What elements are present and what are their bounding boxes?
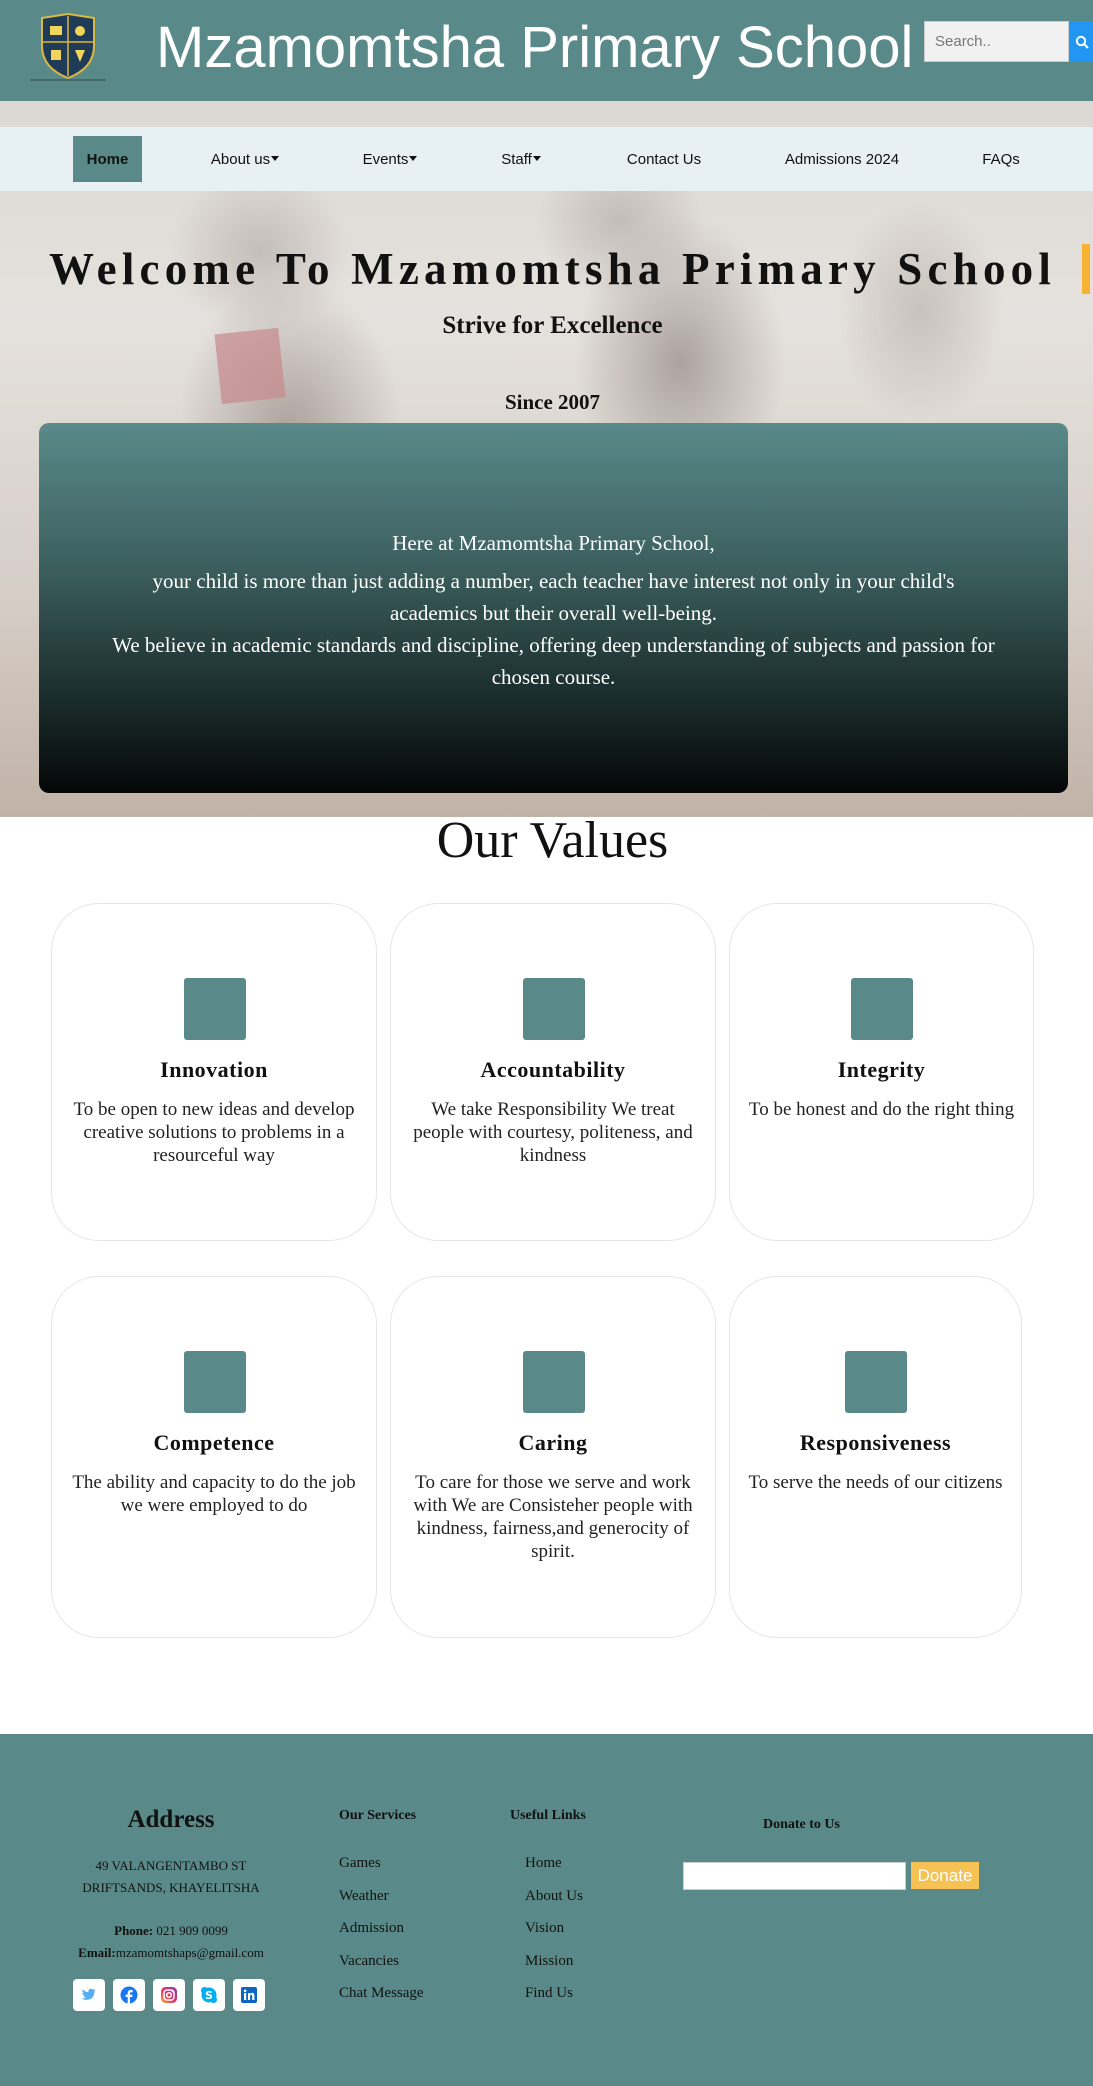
nav-staff[interactable]: Staff	[496, 136, 546, 182]
footer-link-find-us[interactable]: Find Us	[525, 1985, 573, 2002]
email-line: Email:mzamomtshaps@gmail.com	[78, 1945, 264, 1960]
value-title: Innovation	[160, 1057, 268, 1082]
caret-down-icon	[409, 155, 418, 161]
linkedin-icon	[241, 1987, 257, 2003]
nav-home[interactable]: Home	[73, 136, 142, 182]
school-crest-icon[interactable]	[22, 12, 114, 82]
values-heading: Our Values	[436, 812, 669, 869]
accountability-icon	[523, 978, 585, 1040]
donate-button[interactable]: Donate	[911, 1862, 979, 1889]
address-heading: Address	[127, 1806, 215, 1833]
value-line: with We are Consisteher people with	[413, 1495, 693, 1516]
caret-down-icon	[271, 155, 280, 161]
value-line: To be open to new ideas and develop	[73, 1099, 355, 1120]
value-line: To serve the needs of our citizens	[748, 1472, 1003, 1493]
address-line: 49 VALANGENTAMBO ST	[95, 1858, 247, 1873]
main-nav	[0, 127, 1093, 191]
value-line: kindness, fairness,and generocity of	[416, 1518, 690, 1539]
intro-line: chosen course.	[491, 665, 616, 689]
footer-link-about-us[interactable]: About Us	[525, 1888, 583, 1905]
caret-down-icon	[532, 155, 541, 161]
value-title: Integrity	[837, 1057, 926, 1082]
twitter-link[interactable]	[73, 1979, 105, 2011]
address-line: DRIFTSANDS, KHAYELITSHA	[82, 1880, 260, 1895]
site-footer	[0, 1734, 1093, 2086]
value-line: kindness	[519, 1145, 587, 1166]
useful-links-heading: Useful Links	[510, 1808, 586, 1823]
tagline: Strive for Excellence	[442, 312, 663, 339]
phone-line: Phone: 021 909 0099	[114, 1923, 228, 1938]
value-line: we were employed to do	[120, 1495, 308, 1516]
value-title: Caring	[518, 1430, 588, 1455]
site-title: Mzamomtsha Primary School	[156, 15, 914, 80]
nav-admissions-2024[interactable]: Admissions 2024	[780, 136, 904, 182]
welcome-heading: Welcome To Mzamomtsha Primary School	[48, 244, 1057, 294]
accent-bar	[1082, 244, 1090, 294]
intro-line: We believe in academic standards and dis…	[112, 633, 995, 657]
intro-line: Here at Mzamomtsha Primary School,	[392, 531, 715, 555]
responsiveness-icon	[845, 1351, 907, 1413]
value-line: We take Responsibility We treat	[431, 1099, 675, 1120]
donate-heading: Donate to Us	[763, 1817, 840, 1832]
value-line: people with courtesy, politeness, and	[413, 1122, 693, 1143]
search-button[interactable]	[1069, 21, 1093, 62]
service-link-vacancies[interactable]: Vacancies	[339, 1953, 399, 1970]
svg-text:S: S	[205, 1989, 213, 2002]
skype-icon: S	[201, 1987, 217, 2003]
value-card-caring	[390, 1276, 716, 1638]
caring-icon	[523, 1351, 585, 1413]
facebook-link[interactable]	[113, 1979, 145, 2011]
linkedin-link[interactable]	[233, 1979, 265, 2011]
service-link-weather[interactable]: Weather	[339, 1888, 389, 1905]
nav-contact-us[interactable]: Contact Us	[620, 136, 708, 182]
instagram-link[interactable]	[153, 1979, 185, 2011]
value-line: resourceful way	[153, 1145, 275, 1166]
nav-events[interactable]: Events	[355, 136, 425, 182]
intro-line: academics but their overall well-being.	[389, 601, 718, 625]
intro-line: your child is more than just adding a nu…	[152, 569, 955, 593]
value-card-responsiveness	[729, 1276, 1022, 1638]
value-title: Competence	[153, 1430, 275, 1455]
footer-link-mission[interactable]: Mission	[525, 1953, 573, 1970]
search-icon	[1075, 35, 1089, 49]
search-input[interactable]	[924, 21, 1069, 62]
competence-icon	[184, 1351, 246, 1413]
skype-link[interactable]: S	[193, 1979, 225, 2011]
value-line: To care for those we serve and work	[415, 1472, 691, 1493]
donate-amount-input[interactable]	[683, 1862, 906, 1890]
value-line: creative solutions to problems in a	[83, 1122, 345, 1143]
service-link-games[interactable]: Games	[339, 1855, 381, 1872]
value-line: To be honest and do the right thing	[748, 1099, 1015, 1120]
integrity-icon	[851, 978, 913, 1040]
services-heading: Our Services	[339, 1808, 417, 1823]
nav-faqs[interactable]: FAQs	[975, 136, 1027, 182]
since-year: Since 2007	[504, 390, 601, 414]
nav-about-us[interactable]: About us	[205, 136, 285, 182]
value-title: Accountability	[480, 1057, 626, 1082]
twitter-icon	[81, 1988, 96, 2000]
service-link-chat-message[interactable]: Chat Message	[339, 1985, 424, 2002]
instagram-icon	[161, 1987, 177, 2003]
value-card-competence	[51, 1276, 377, 1638]
facebook-icon	[120, 1986, 138, 2004]
value-title: Responsiveness	[799, 1430, 952, 1455]
innovation-icon	[184, 978, 246, 1040]
footer-link-vision[interactable]: Vision	[525, 1920, 564, 1937]
service-link-admission[interactable]: Admission	[339, 1920, 404, 1937]
value-line: The ability and capacity to do the job	[72, 1472, 356, 1493]
footer-link-home[interactable]: Home	[525, 1855, 562, 1872]
value-line: spirit.	[531, 1541, 575, 1562]
